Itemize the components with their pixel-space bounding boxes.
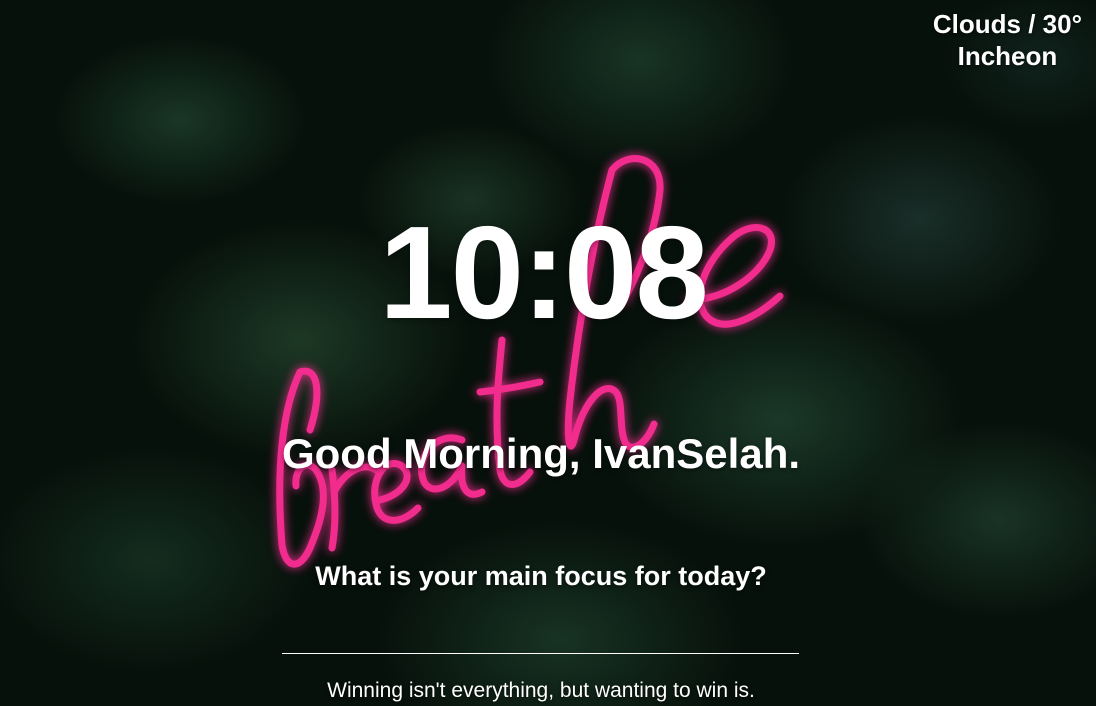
weather-condition-temp: Clouds / 30° <box>932 9 1082 39</box>
focus-prompt: What is your main focus for today? <box>315 561 767 591</box>
quote-text: Winning isn't everything, but wanting to… <box>327 679 755 702</box>
greeting-text: Good Morning, IvanSelah. <box>281 430 801 477</box>
focus-input[interactable] <box>282 622 799 654</box>
clock-time: 10:08 <box>379 199 709 346</box>
weather-location: Incheon <box>957 41 1058 71</box>
background-image: Clouds / 30° Incheon 10:08 Good Morning,… <box>0 0 1096 706</box>
neon-sign-breathe <box>276 155 784 568</box>
weather-widget[interactable]: Clouds / 30° Incheon <box>933 8 1082 72</box>
